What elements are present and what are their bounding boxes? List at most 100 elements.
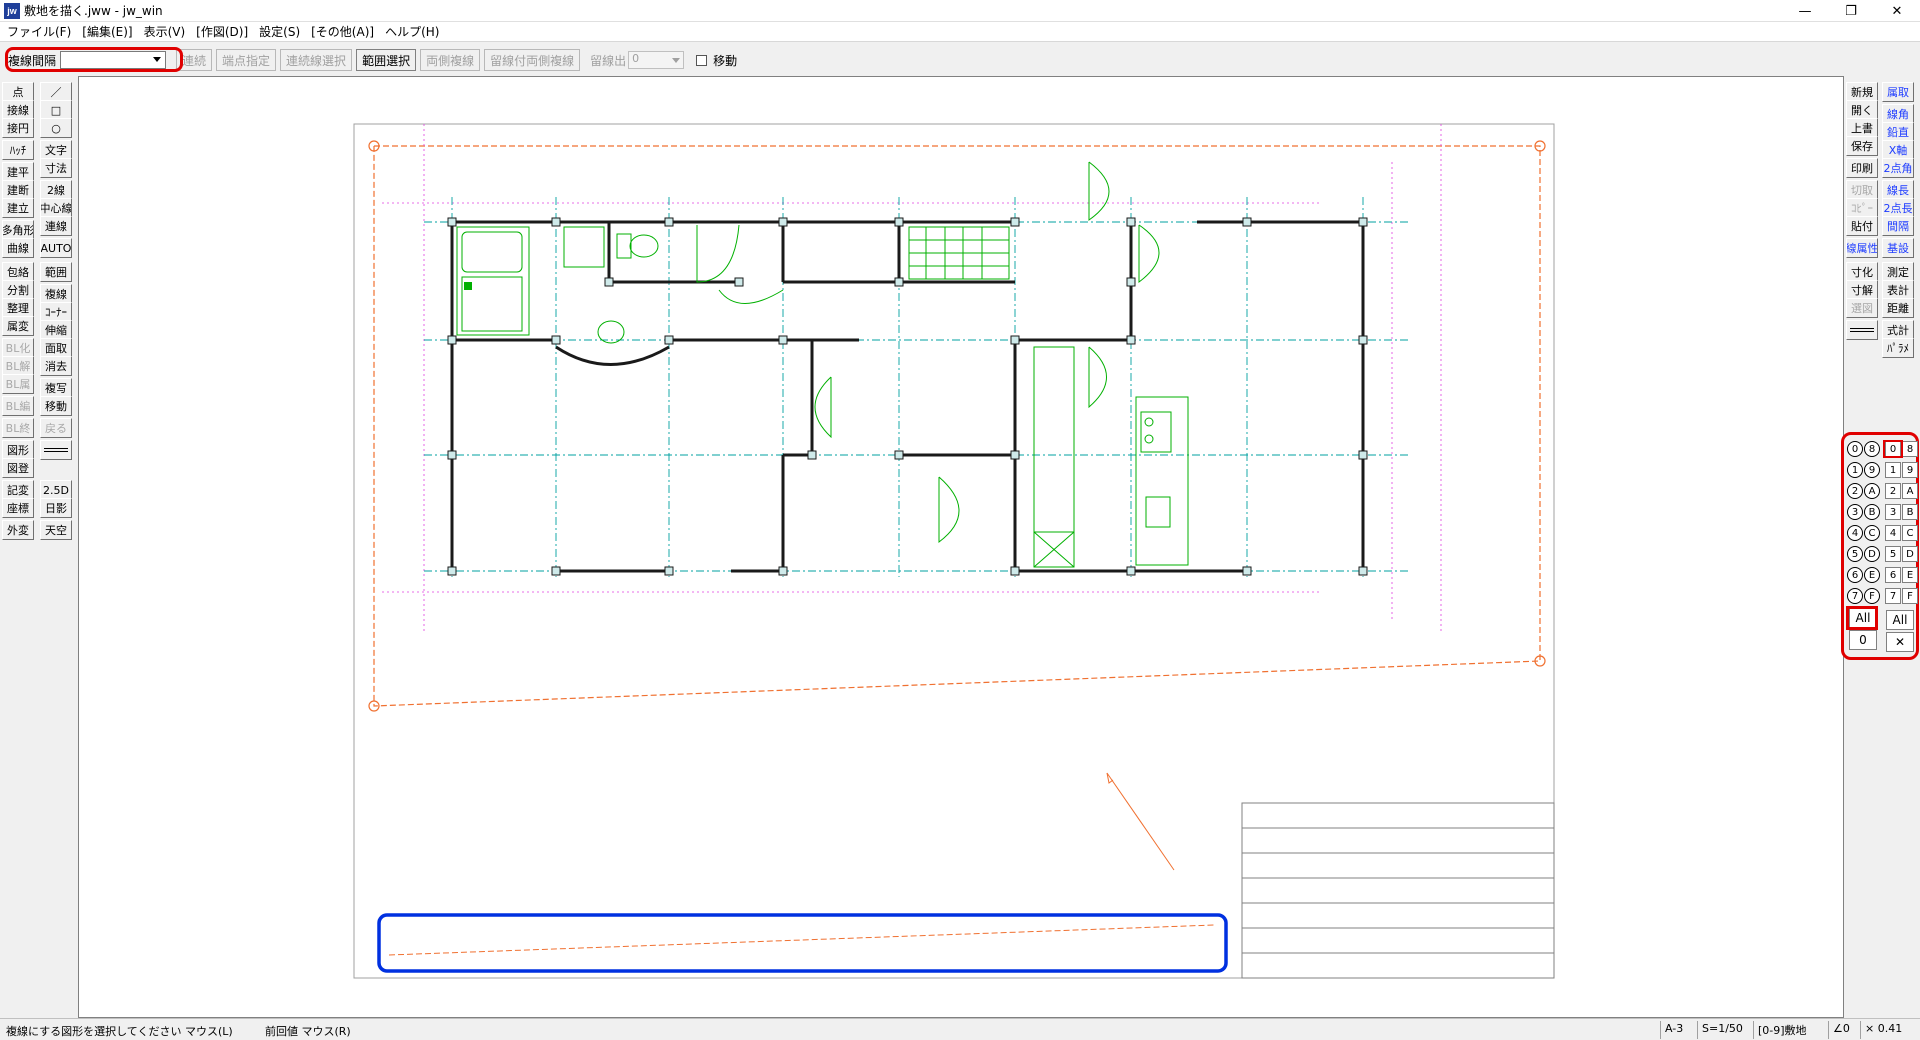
group-zero-button[interactable]: 0 (1849, 630, 1877, 650)
floor-plan-drawing[interactable] (79, 77, 1843, 1017)
layer-button-1[interactable]: 1 (1885, 462, 1901, 478)
layer-group-circle-B[interactable]: B (1864, 504, 1880, 520)
layer-group-circle-1[interactable]: 1 (1847, 462, 1863, 478)
layer-button-E[interactable]: E (1902, 567, 1918, 583)
layer-button-4[interactable]: 4 (1885, 525, 1901, 541)
left-col2-tool-13[interactable]: 面取 (40, 338, 72, 358)
left-col1-tool-1[interactable]: 接線 (2, 100, 34, 120)
right-col1-tool-2[interactable]: 上書 (1846, 118, 1878, 138)
left-col2-tool-8[interactable]: AUTO (40, 238, 72, 258)
right-col1-tool-10[interactable]: 寸解 (1846, 280, 1878, 300)
left-col1-tool-13[interactable]: BL化 (2, 338, 34, 358)
left-col1-tool-0[interactable]: 点 (2, 82, 34, 102)
checkbox-box[interactable] (696, 54, 708, 66)
left-col1-tool-2[interactable]: 接円 (2, 118, 34, 138)
left-col1-tool-19[interactable]: 図登 (2, 458, 34, 478)
right-col2-tool-10[interactable]: 表計 (1882, 280, 1914, 300)
left-col2-tool-16[interactable]: 移動 (40, 396, 72, 416)
left-col2-tool-14[interactable]: 消去 (40, 356, 72, 376)
layer-group-circle-6[interactable]: 6 (1847, 567, 1863, 583)
stub-line-input[interactable]: 0 (628, 51, 685, 69)
layer-group-circle-0[interactable]: 0 (1847, 441, 1863, 457)
left-col1-tool-18[interactable]: 図形 (2, 440, 34, 460)
layer-group-circle-E[interactable]: E (1864, 567, 1880, 583)
right-col2-tool-11[interactable]: 距離 (1882, 298, 1914, 318)
right-col1-tool-8[interactable]: 線属性 (1846, 238, 1878, 258)
layer-button-A[interactable]: A (1902, 483, 1918, 499)
right-col2-tool-3[interactable]: X軸 (1882, 140, 1914, 160)
right-col2-tool-7[interactable]: 間隔 (1882, 216, 1914, 236)
layer-button-7[interactable]: 7 (1885, 588, 1901, 604)
both-sides-offset-button[interactable]: 両側複線 (420, 49, 481, 71)
layer-group-circle-4[interactable]: 4 (1847, 525, 1863, 541)
close-button[interactable]: ✕ (1874, 0, 1920, 22)
left-col1-tool-16[interactable]: BL編 (2, 396, 34, 416)
layer-button-9[interactable]: 9 (1902, 462, 1918, 478)
left-col1-tool-14[interactable]: BL解 (2, 356, 34, 376)
right-col1-tool-9[interactable]: 寸化 (1846, 262, 1878, 282)
layer-group-circle-D[interactable]: D (1864, 546, 1880, 562)
layer-button-6[interactable]: 6 (1885, 567, 1901, 583)
layer-button-5[interactable]: 5 (1885, 546, 1901, 562)
right-col1-tool-12[interactable] (1846, 320, 1878, 340)
both-sides-stub-offset-button[interactable]: 留線付両側複線 (484, 49, 581, 71)
left-col2-tool-18[interactable] (40, 440, 72, 460)
right-col2-tool-13[interactable]: ﾊﾟﾗﾒ (1882, 338, 1914, 358)
right-col1-tool-0[interactable]: 新規 (1846, 82, 1878, 102)
layer-button-B[interactable]: B (1902, 504, 1918, 520)
right-col1-tool-3[interactable]: 保存 (1846, 136, 1878, 156)
layer-group-circle-7[interactable]: 7 (1847, 588, 1863, 604)
right-col1-tool-7[interactable]: 貼付 (1846, 216, 1878, 236)
right-col2-tool-4[interactable]: 2点角 (1882, 158, 1914, 178)
right-col2-tool-1[interactable]: 線角 (1882, 104, 1914, 124)
left-col1-tool-12[interactable]: 属変 (2, 316, 34, 336)
layer-group-circle-2[interactable]: 2 (1847, 483, 1863, 499)
right-col2-tool-2[interactable]: 鉛直 (1882, 122, 1914, 142)
left-col2-tool-9[interactable]: 範囲 (40, 262, 72, 282)
angle-display[interactable]: ∠0 (1828, 1021, 1854, 1039)
left-col2-tool-1[interactable]: □ (40, 100, 72, 120)
left-col1-tool-11[interactable]: 整理 (2, 298, 34, 318)
left-col1-tool-8[interactable]: 曲線 (2, 238, 34, 258)
menu-draw[interactable]: [作図(D)] (193, 23, 256, 40)
right-col2-tool-9[interactable]: 測定 (1882, 262, 1914, 282)
layer-button-C[interactable]: C (1902, 525, 1918, 541)
layer-button-D[interactable]: D (1902, 546, 1918, 562)
layer-group-circle-C[interactable]: C (1864, 525, 1880, 541)
left-col2-tool-19[interactable]: 2.5D (40, 480, 72, 500)
range-select-button[interactable]: 範囲選択 (356, 49, 417, 71)
layer-button-3[interactable]: 3 (1885, 504, 1901, 520)
left-col1-tool-9[interactable]: 包絡 (2, 262, 34, 282)
menu-view[interactable]: 表示(V) (141, 23, 194, 40)
layer-group-circle-3[interactable]: 3 (1847, 504, 1863, 520)
left-col1-tool-7[interactable]: 多角形 (2, 220, 34, 240)
left-col2-tool-15[interactable]: 複写 (40, 378, 72, 398)
right-col1-tool-4[interactable]: 印刷 (1846, 158, 1878, 178)
left-col2-tool-7[interactable]: 連線 (40, 216, 72, 236)
left-col1-tool-21[interactable]: 座標 (2, 498, 34, 518)
right-col2-tool-6[interactable]: 2点長 (1882, 198, 1914, 218)
left-col1-tool-22[interactable]: 外変 (2, 520, 34, 540)
menu-edit[interactable]: [編集(E)] (79, 23, 140, 40)
right-col1-tool-6[interactable]: ｺﾋﾟｰ (1846, 198, 1878, 218)
left-col1-tool-15[interactable]: BL属 (2, 374, 34, 394)
left-col1-tool-20[interactable]: 記変 (2, 480, 34, 500)
right-col2-tool-12[interactable]: 式計 (1882, 320, 1914, 340)
left-col2-tool-17[interactable]: 戻る (40, 418, 72, 438)
left-col1-tool-17[interactable]: BL終 (2, 418, 34, 438)
right-col1-tool-5[interactable]: 切取 (1846, 180, 1878, 200)
left-col1-tool-3[interactable]: ﾊｯﾁ (2, 140, 34, 160)
zoom-display[interactable]: × 0.41 (1860, 1021, 1906, 1039)
left-col1-tool-6[interactable]: 建立 (2, 198, 34, 218)
chevron-down-icon[interactable] (672, 58, 681, 63)
menu-other[interactable]: [その他(A)] (308, 23, 382, 40)
left-col2-tool-4[interactable]: 寸法 (40, 158, 72, 178)
right-col1-tool-11[interactable]: 選図 (1846, 298, 1878, 318)
left-col1-tool-4[interactable]: 建平 (2, 162, 34, 182)
endpoint-specify-button[interactable]: 端点指定 (216, 49, 277, 71)
all-layers-button[interactable]: All (1886, 610, 1914, 630)
right-col2-tool-8[interactable]: 基設 (1882, 238, 1914, 258)
menu-settings[interactable]: 設定(S) (256, 23, 308, 40)
scale-display[interactable]: S=1/50 (1697, 1021, 1747, 1039)
left-col1-tool-5[interactable]: 建断 (2, 180, 34, 200)
